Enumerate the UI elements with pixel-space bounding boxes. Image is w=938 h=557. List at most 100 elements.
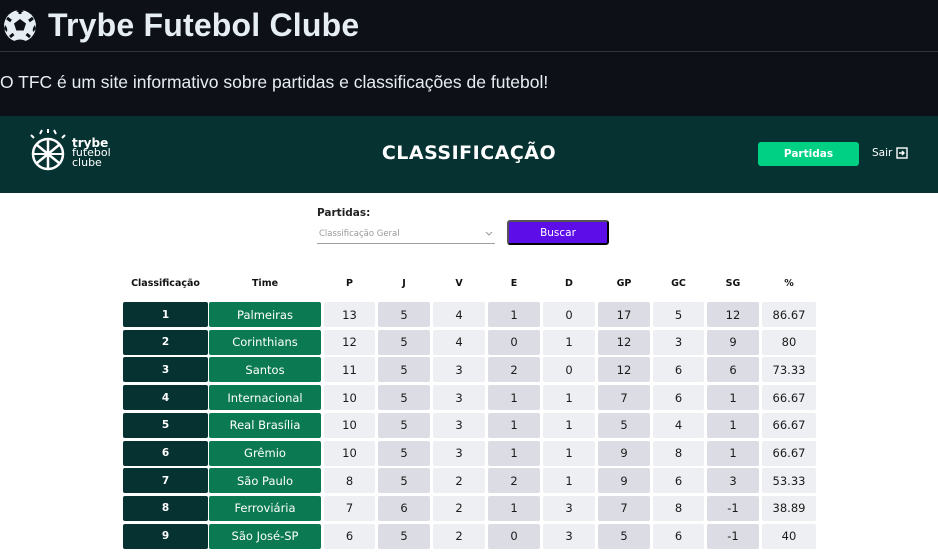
cell-points: 10 <box>324 385 375 411</box>
cell-goals-for: 7 <box>598 385 650 411</box>
cell-points: 11 <box>324 357 375 383</box>
cell-goals-for: 12 <box>598 329 650 355</box>
cell-losses: 1 <box>543 468 595 494</box>
cell-goals-against: 6 <box>653 357 704 383</box>
cell-efficiency: 86.67 <box>762 302 816 327</box>
cell-efficiency: 66.67 <box>762 440 816 466</box>
cell-games: 5 <box>378 302 430 327</box>
cell-efficiency: 40 <box>762 523 816 549</box>
cell-losses: 1 <box>543 440 595 466</box>
cell-position: 5 <box>123 412 208 438</box>
cell-team: Corinthians <box>209 329 321 355</box>
sair-button[interactable]: Sair <box>872 147 909 159</box>
column-header-games: J <box>402 278 406 289</box>
classification-select[interactable]: Classificação Geral <box>317 224 495 244</box>
cell-points: 12 <box>324 329 375 355</box>
cell-goal-diff: 6 <box>707 357 759 383</box>
cell-efficiency: 53.33 <box>762 468 816 494</box>
cell-draws: 1 <box>488 412 540 438</box>
chevron-down-icon <box>485 231 493 236</box>
cell-team: São Paulo <box>209 468 321 494</box>
cell-points: 8 <box>324 468 375 494</box>
cell-efficiency: 38.89 <box>762 495 816 521</box>
cell-goals-against: 4 <box>653 412 704 438</box>
cell-points: 13 <box>324 302 375 327</box>
column-header-goals-for: GP <box>616 278 632 289</box>
cell-games: 5 <box>378 385 430 411</box>
table-row: 4 Internacional 10 5 3 1 1 7 6 1 66.67 <box>0 385 938 411</box>
column-header-team: Time <box>251 278 279 289</box>
cell-efficiency: 66.67 <box>762 385 816 411</box>
cell-position: 9 <box>123 523 208 549</box>
column-header-efficiency: % <box>784 278 794 289</box>
table-row: 8 Ferroviária 7 6 2 1 3 7 8 -1 38.89 <box>0 495 938 521</box>
cell-team: Real Brasília <box>209 412 321 438</box>
cell-team: São José-SP <box>209 523 321 549</box>
cell-position: 1 <box>123 302 208 327</box>
cell-draws: 2 <box>488 468 540 494</box>
cell-games: 6 <box>378 495 430 521</box>
cell-position: 4 <box>123 385 208 411</box>
cell-goal-diff: 1 <box>707 412 759 438</box>
cell-position: 8 <box>123 495 208 521</box>
cell-wins: 2 <box>433 523 485 549</box>
cell-goals-for: 12 <box>598 357 650 383</box>
cell-goal-diff: 1 <box>707 440 759 466</box>
cell-points: 7 <box>324 495 375 521</box>
cell-goals-against: 8 <box>653 440 704 466</box>
cell-wins: 4 <box>433 329 485 355</box>
table-row: 3 Santos 11 5 3 2 0 12 6 6 73.33 <box>0 357 938 383</box>
cell-efficiency: 73.33 <box>762 357 816 383</box>
cell-losses: 0 <box>543 302 595 327</box>
column-header-losses: D <box>565 278 573 289</box>
cell-goal-diff: 3 <box>707 468 759 494</box>
cell-goals-against: 3 <box>653 329 704 355</box>
column-header-draws: E <box>510 278 518 289</box>
sair-label: Sair <box>872 147 893 159</box>
cell-wins: 2 <box>433 468 485 494</box>
buscar-button[interactable]: Buscar <box>507 220 609 245</box>
select-value: Classificação Geral <box>319 228 400 239</box>
cell-goals-against: 6 <box>653 523 704 549</box>
column-header-goal-diff: SG <box>725 278 741 289</box>
cell-wins: 3 <box>433 385 485 411</box>
table-row: 2 Corinthians 12 5 4 0 1 12 3 9 80 <box>0 329 938 355</box>
cell-games: 5 <box>378 357 430 383</box>
cell-efficiency: 66.67 <box>762 412 816 438</box>
app-screenshot: trybe futebol clube CLASSIFICAÇÃO Partid… <box>0 116 938 557</box>
cell-losses: 3 <box>543 495 595 521</box>
partidas-button[interactable]: Partidas <box>758 142 859 166</box>
table-row: 9 São José-SP 6 5 2 0 3 5 6 -1 40 <box>0 523 938 549</box>
cell-losses: 1 <box>543 385 595 411</box>
cell-draws: 0 <box>488 329 540 355</box>
logout-icon <box>896 147 909 159</box>
cell-points: 6 <box>324 523 375 549</box>
cell-wins: 3 <box>433 412 485 438</box>
table-row: 6 Grêmio 10 5 3 1 1 9 8 1 66.67 <box>0 440 938 466</box>
cell-goal-diff: -1 <box>707 523 759 549</box>
cell-games: 5 <box>378 523 430 549</box>
cell-games: 5 <box>378 468 430 494</box>
table-row: 1 Palmeiras 13 5 4 1 0 17 5 12 86.67 <box>0 302 938 327</box>
cell-goals-for: 17 <box>598 302 650 327</box>
cell-games: 5 <box>378 329 430 355</box>
cell-losses: 3 <box>543 523 595 549</box>
cell-games: 5 <box>378 440 430 466</box>
cell-losses: 0 <box>543 357 595 383</box>
column-header-position: Classificação <box>131 278 200 289</box>
cell-position: 2 <box>123 329 208 355</box>
cell-efficiency: 80 <box>762 329 816 355</box>
cell-goal-diff: -1 <box>707 495 759 521</box>
cell-draws: 1 <box>488 495 540 521</box>
soccer-ball-icon <box>4 9 36 42</box>
cell-points: 10 <box>324 412 375 438</box>
cell-goals-against: 5 <box>653 302 704 327</box>
readme-description: O TFC é um site informativo sobre partid… <box>0 72 549 92</box>
cell-goals-for: 5 <box>598 523 650 549</box>
cell-wins: 2 <box>433 495 485 521</box>
cell-wins: 3 <box>433 440 485 466</box>
cell-position: 6 <box>123 440 208 466</box>
cell-team: Santos <box>209 357 321 383</box>
cell-losses: 1 <box>543 412 595 438</box>
readme-title-bar: Trybe Futebol Clube <box>0 0 938 52</box>
